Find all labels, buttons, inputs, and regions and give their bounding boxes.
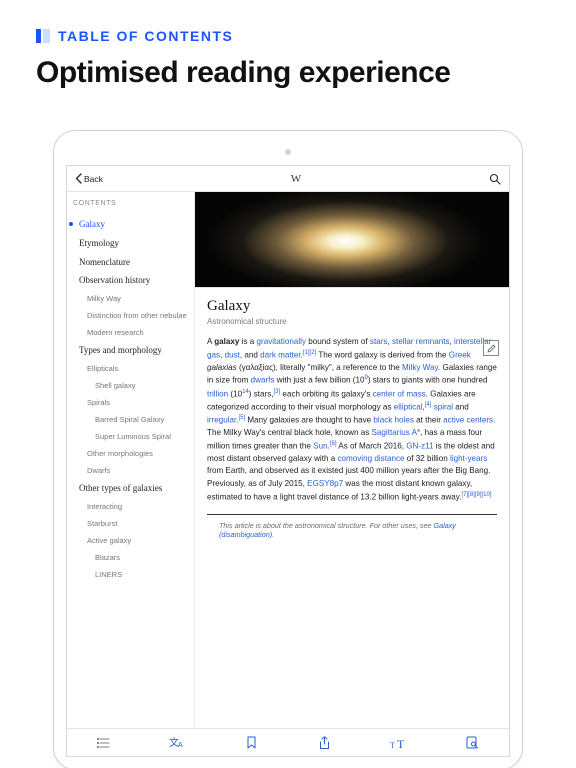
toc-item[interactable]: Blazars [73,549,188,566]
chevron-left-icon [75,173,82,184]
bookmark-button[interactable] [242,736,260,749]
toc-item[interactable]: Barred Spiral Galaxy [73,411,188,428]
bottom-toolbar: 文A TT [67,728,509,756]
pencil-icon [487,344,496,353]
toc-item[interactable]: Etymology [73,234,188,253]
font-button[interactable]: TT [389,737,407,749]
eyebrow-row: TABLE OF CONTENTS [36,28,540,44]
svg-text:T: T [397,737,405,749]
article-title: Galaxy [207,298,497,315]
toc-item[interactable]: Interacting [73,498,188,515]
language-icon: 文A [169,736,185,749]
find-in-page-icon [466,736,479,749]
toc-item[interactable]: Shell galaxy [73,377,188,394]
toc-item[interactable]: Spirals [73,394,188,411]
toc-glyph-icon [36,29,50,43]
toc-item[interactable]: Galaxy [73,215,188,234]
navbar-title: W [103,173,489,185]
find-button[interactable] [463,736,481,749]
article-panel[interactable]: Galaxy Astronomical structure A galaxy i… [195,192,509,728]
share-icon [319,736,330,750]
toc-button[interactable] [95,737,113,749]
share-button[interactable] [316,736,334,750]
toc-item[interactable]: Other types of galaxies [73,479,188,498]
tablet-frame: Back W CONTENTS GalaxyEtymologyNomenclat… [53,130,523,768]
edit-button[interactable] [483,340,499,356]
back-button[interactable]: Back [75,173,103,184]
toc-icon [97,737,111,749]
bookmark-icon [247,736,256,749]
toc-item[interactable]: Super Luminous Spiral [73,428,188,445]
navbar: Back W [67,166,509,192]
toc-item[interactable]: LINERS [73,566,188,583]
search-icon [489,173,501,185]
toc-item[interactable]: Distinction from other nebulae [73,307,188,324]
svg-text:A: A [178,742,183,749]
language-button[interactable]: 文A [168,736,186,749]
eyebrow-text: TABLE OF CONTENTS [58,28,233,44]
article-subtitle: Astronomical structure [207,317,497,326]
headline-text: Optimised reading experience [36,56,540,90]
toc-item[interactable]: Modern research [73,324,188,341]
font-icon: TT [390,737,406,749]
hero-image[interactable] [195,192,509,288]
app-screen: Back W CONTENTS GalaxyEtymologyNomenclat… [66,165,510,757]
toc-item[interactable]: Nomenclature [73,253,188,272]
toc-item[interactable]: Observation history [73,271,188,290]
toc-item[interactable]: Milky Way [73,290,188,307]
svg-text:T: T [390,741,395,749]
toc-item[interactable]: Types and morphology [73,341,188,360]
device-stage: Back W CONTENTS GalaxyEtymologyNomenclat… [0,106,576,768]
search-button[interactable] [489,173,501,185]
toc-item[interactable]: Ellipticals [73,360,188,377]
hatnote: This article is about the astronomical s… [207,514,497,539]
toc-item[interactable]: Starburst [73,515,188,532]
toc-heading: CONTENTS [73,200,188,207]
page-root: TABLE OF CONTENTS Optimised reading expe… [0,0,576,768]
toc-list: GalaxyEtymologyNomenclatureObservation h… [73,215,188,583]
toc-item[interactable]: Active galaxy [73,532,188,549]
toc-panel[interactable]: CONTENTS GalaxyEtymologyNomenclatureObse… [67,192,195,728]
article-body: Galaxy Astronomical structure A galaxy i… [195,288,509,549]
toc-item[interactable]: Dwarfs [73,462,188,479]
content-row: CONTENTS GalaxyEtymologyNomenclatureObse… [67,192,509,728]
marketing-header: TABLE OF CONTENTS Optimised reading expe… [0,0,576,106]
toc-item[interactable]: Other morphologies [73,445,188,462]
camera-dot [285,149,291,155]
article-text: A galaxy is a gravitationally bound syst… [207,336,497,504]
back-label: Back [84,174,103,184]
